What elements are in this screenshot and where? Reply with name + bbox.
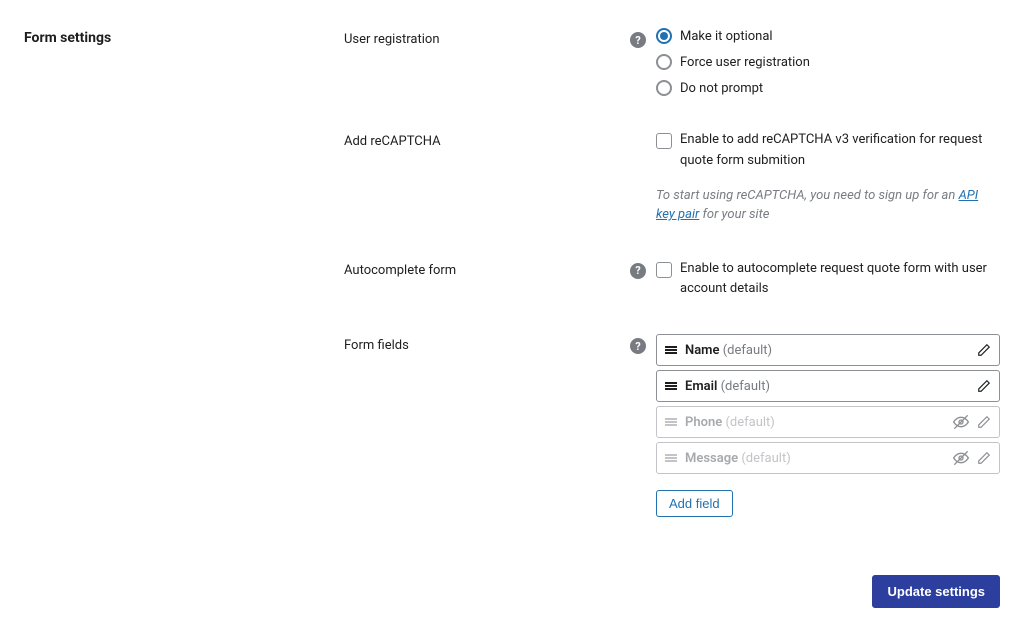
radio-label-force: Force user registration	[680, 55, 810, 70]
field-default-text: (default)	[723, 343, 772, 358]
edit-field-icon[interactable]	[977, 451, 991, 465]
help-icon[interactable]: ?	[630, 263, 646, 279]
help-icon[interactable]: ?	[630, 338, 646, 354]
hint-recaptcha: To start using reCAPTCHA, you need to si…	[656, 186, 1000, 225]
hint-prefix: To start using reCAPTCHA, you need to si…	[656, 188, 959, 203]
field-list: Name (default) Email (defau	[656, 334, 1000, 474]
checkbox-recaptcha[interactable]: Enable to add reCAPTCHA v3 verification …	[656, 130, 1000, 172]
field-default-text: (default)	[725, 415, 774, 430]
field-item-phone[interactable]: Phone (default)	[656, 406, 1000, 438]
visibility-off-icon[interactable]	[953, 450, 969, 466]
checkbox-input-autocomplete[interactable]	[656, 262, 672, 278]
hint-suffix: for your site	[699, 207, 769, 222]
field-name-text: Email	[685, 379, 717, 394]
drag-handle-icon[interactable]	[665, 344, 677, 356]
radio-label-none: Do not prompt	[680, 81, 763, 96]
field-item-email[interactable]: Email (default)	[656, 370, 1000, 402]
edit-field-icon[interactable]	[977, 343, 991, 357]
row-recaptcha: Add reCAPTCHA Enable to add reCAPTCHA v3…	[344, 126, 1000, 255]
field-default-text: (default)	[721, 379, 770, 394]
radio-input-force[interactable]	[656, 54, 672, 70]
row-user-registration: User registration ? Make it optional For…	[344, 24, 1000, 126]
field-item-name[interactable]: Name (default)	[656, 334, 1000, 366]
checkbox-autocomplete[interactable]: Enable to autocomplete request quote for…	[656, 259, 1000, 301]
help-icon[interactable]: ?	[630, 32, 646, 48]
radio-input-none[interactable]	[656, 80, 672, 96]
edit-field-icon[interactable]	[977, 379, 991, 393]
field-name-text: Name	[685, 343, 719, 358]
checkbox-label-autocomplete: Enable to autocomplete request quote for…	[680, 259, 1000, 301]
radio-do-not-prompt[interactable]: Do not prompt	[656, 80, 1000, 96]
drag-handle-icon[interactable]	[665, 416, 677, 428]
label-user-registration: User registration	[344, 28, 624, 47]
update-settings-button[interactable]: Update settings	[872, 575, 1000, 608]
radio-input-optional[interactable]	[656, 28, 672, 44]
checkbox-input-recaptcha[interactable]	[656, 133, 672, 149]
checkbox-label-recaptcha: Enable to add reCAPTCHA v3 verification …	[680, 130, 1000, 172]
visibility-off-icon[interactable]	[953, 414, 969, 430]
row-form-fields: Form fields ? Name (default)	[344, 330, 1000, 517]
field-name-text: Message	[685, 451, 738, 466]
add-field-button[interactable]: Add field	[656, 490, 733, 517]
drag-handle-icon[interactable]	[665, 380, 677, 392]
radio-make-it-optional[interactable]: Make it optional	[656, 28, 1000, 44]
row-autocomplete: Autocomplete form ? Enable to autocomple…	[344, 255, 1000, 331]
label-autocomplete: Autocomplete form	[344, 259, 624, 278]
radio-label-optional: Make it optional	[680, 29, 773, 44]
label-form-fields: Form fields	[344, 334, 624, 353]
radio-force-registration[interactable]: Force user registration	[656, 54, 1000, 70]
section-title: Form settings	[24, 24, 344, 517]
field-item-message[interactable]: Message (default)	[656, 442, 1000, 474]
field-default-text: (default)	[741, 451, 790, 466]
edit-field-icon[interactable]	[977, 415, 991, 429]
label-recaptcha: Add reCAPTCHA	[344, 130, 624, 149]
drag-handle-icon[interactable]	[665, 452, 677, 464]
field-name-text: Phone	[685, 415, 722, 430]
